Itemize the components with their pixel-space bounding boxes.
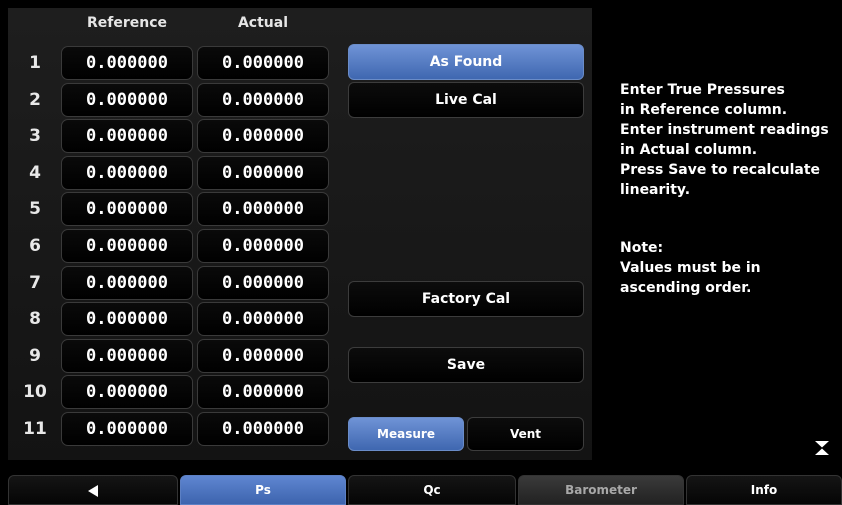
- reference-value-field[interactable]: 0.000000: [61, 229, 193, 263]
- instructions-panel: [592, 8, 842, 460]
- actual-value-field[interactable]: 0.000000: [197, 302, 329, 336]
- actual-value-field[interactable]: 0.000000: [197, 229, 329, 263]
- actual-value-field[interactable]: 0.000000: [197, 375, 329, 409]
- left-triangle-icon: [88, 484, 98, 497]
- row-number: 9: [29, 346, 41, 366]
- instruction-line: linearity.: [620, 182, 691, 198]
- reference-value-field[interactable]: 0.000000: [61, 375, 193, 409]
- row-number: 3: [29, 126, 41, 146]
- tab-info[interactable]: Info: [686, 475, 842, 505]
- tab-ps[interactable]: Ps: [180, 475, 346, 505]
- reference-value-field[interactable]: 0.000000: [61, 192, 193, 226]
- actual-value-field[interactable]: 0.000000: [197, 192, 329, 226]
- note-text: Note: Values must be in ascending order.: [620, 238, 842, 298]
- collapse-arrows-icon[interactable]: [814, 440, 830, 456]
- reference-value-field[interactable]: 0.000000: [61, 412, 193, 446]
- actual-value-field[interactable]: 0.000000: [197, 412, 329, 446]
- actual-value-field[interactable]: 0.000000: [197, 119, 329, 153]
- row-number: 4: [29, 163, 41, 183]
- reference-value-field[interactable]: 0.000000: [61, 339, 193, 373]
- note-line: ascending order.: [620, 280, 752, 296]
- reference-value-field[interactable]: 0.000000: [61, 119, 193, 153]
- row-number: 11: [23, 419, 47, 439]
- row-number: 5: [29, 199, 41, 219]
- bottom-tab-bar: Ps Qc Barometer Info: [8, 475, 842, 505]
- instructions-text: Enter True Pressures in Reference column…: [620, 80, 842, 200]
- row-number: 7: [29, 273, 41, 293]
- actual-value-field[interactable]: 0.000000: [197, 83, 329, 117]
- instruction-line: Enter True Pressures: [620, 82, 785, 98]
- back-button[interactable]: [8, 475, 178, 505]
- instruction-line: Enter instrument readings: [620, 122, 829, 138]
- reference-value-field[interactable]: 0.000000: [61, 266, 193, 300]
- instruction-line: in Reference column.: [620, 102, 788, 118]
- actual-value-field[interactable]: 0.000000: [197, 266, 329, 300]
- tab-qc[interactable]: Qc: [348, 475, 516, 505]
- factory-cal-button[interactable]: Factory Cal: [348, 281, 584, 317]
- row-number: 1: [29, 53, 41, 73]
- instruction-line: Press Save to recalculate: [620, 162, 821, 178]
- instruction-line: in Actual column.: [620, 142, 758, 158]
- vent-button[interactable]: Vent: [467, 417, 584, 451]
- as-found-button[interactable]: As Found: [348, 44, 584, 80]
- actual-value-field[interactable]: 0.000000: [197, 339, 329, 373]
- reference-value-field[interactable]: 0.000000: [61, 302, 193, 336]
- actual-value-field[interactable]: 0.000000: [197, 46, 329, 80]
- note-line: Note:: [620, 240, 664, 256]
- tab-barometer[interactable]: Barometer: [518, 475, 684, 505]
- actual-column-header: Actual: [237, 15, 289, 31]
- live-cal-button[interactable]: Live Cal: [348, 82, 584, 118]
- reference-value-field[interactable]: 0.000000: [61, 83, 193, 117]
- reference-column-header: Reference: [86, 15, 168, 31]
- reference-value-field[interactable]: 0.000000: [61, 156, 193, 190]
- row-number: 6: [29, 236, 41, 256]
- reference-value-field[interactable]: 0.000000: [61, 46, 193, 80]
- row-number: 2: [29, 90, 41, 110]
- actual-value-field[interactable]: 0.000000: [197, 156, 329, 190]
- row-number: 10: [23, 382, 47, 402]
- measure-button[interactable]: Measure: [348, 417, 464, 451]
- note-line: Values must be in: [620, 260, 761, 276]
- row-number: 8: [29, 309, 41, 329]
- save-button[interactable]: Save: [348, 347, 584, 383]
